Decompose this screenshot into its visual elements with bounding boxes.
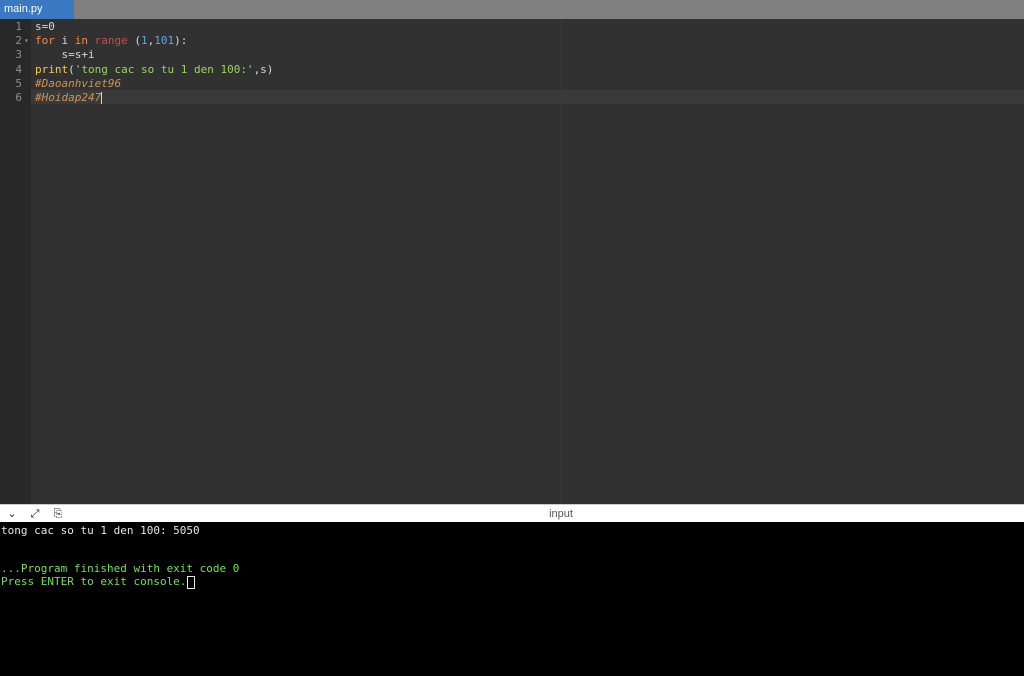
console-output-line: tong cac so tu 1 den 100: 5050 [1,524,200,537]
line-number: 1 [15,20,22,33]
code-text: print('tong cac so tu 1 den 100:',s) [35,63,273,77]
code-token: i [54,34,75,48]
code-token: range [94,34,128,48]
code-line: 5 #Daoanhviet96 [0,77,1024,91]
tab-bar: main.py [0,0,1024,19]
code-token: ): [174,34,188,48]
code-token: s=s+i [35,48,95,62]
code-token: in [74,34,88,48]
line-number: 6 [15,91,22,104]
code-token: 101 [154,34,175,48]
code-token: ( [127,34,141,48]
console-toolbar: ⌄ ⤢ ⎘ input [0,504,1024,522]
code-token: s [35,20,42,33]
code-text: #Daoanhviet96 [35,77,121,91]
code-line: 3 s=s+i [0,48,1024,62]
line-number: 2 [15,34,22,48]
code-text: #Hoidap247 [35,91,103,105]
code-token: for [35,34,55,48]
line-number: 5 [15,76,22,90]
text-cursor [101,92,103,104]
line-number: 4 [15,62,22,76]
code-text: for i in range (1,101): [35,34,187,48]
code-token: #Daoanhviet96 [35,76,122,90]
code-text: s=s+i [35,48,95,62]
code-token: 'tong cac so tu 1 den 100:' [74,62,254,76]
code-line: 4 print('tong cac so tu 1 den 100:',s) [0,63,1024,77]
fold-toggle-icon[interactable]: ▾ [24,34,29,48]
tab-main-py[interactable]: main.py [0,0,74,19]
code-line: 6 #Hoidap247 [0,91,1024,105]
console-title: input [549,508,573,520]
terminal-cursor [187,575,196,589]
console-finished-line: ...Program finished with exit code 0 [1,562,240,575]
code-token: ,s) [253,62,274,76]
code-text: s=0 [35,20,55,34]
press-enter-text: Press ENTER to exit console. [1,575,187,588]
code-line: 1 s=0 [0,20,1024,34]
console-press-enter-line: Press ENTER to exit console. [1,575,196,589]
code-editor[interactable]: 1 s=0 2 ▾ for i in range (1,101): 3 s=s+i 4 pri… [0,19,1024,504]
line-number: 3 [15,48,22,62]
code-token: =0 [41,20,55,33]
code-token: 1 [141,34,148,48]
code-token: print [35,62,69,76]
code-token: #Hoidap247 [35,91,102,104]
console-output[interactable]: tong cac so tu 1 den 100: 5050 ...Progra… [0,522,1024,676]
code-line: 2 ▾ for i in range (1,101): [0,34,1024,48]
code-token: ( [68,62,75,76]
